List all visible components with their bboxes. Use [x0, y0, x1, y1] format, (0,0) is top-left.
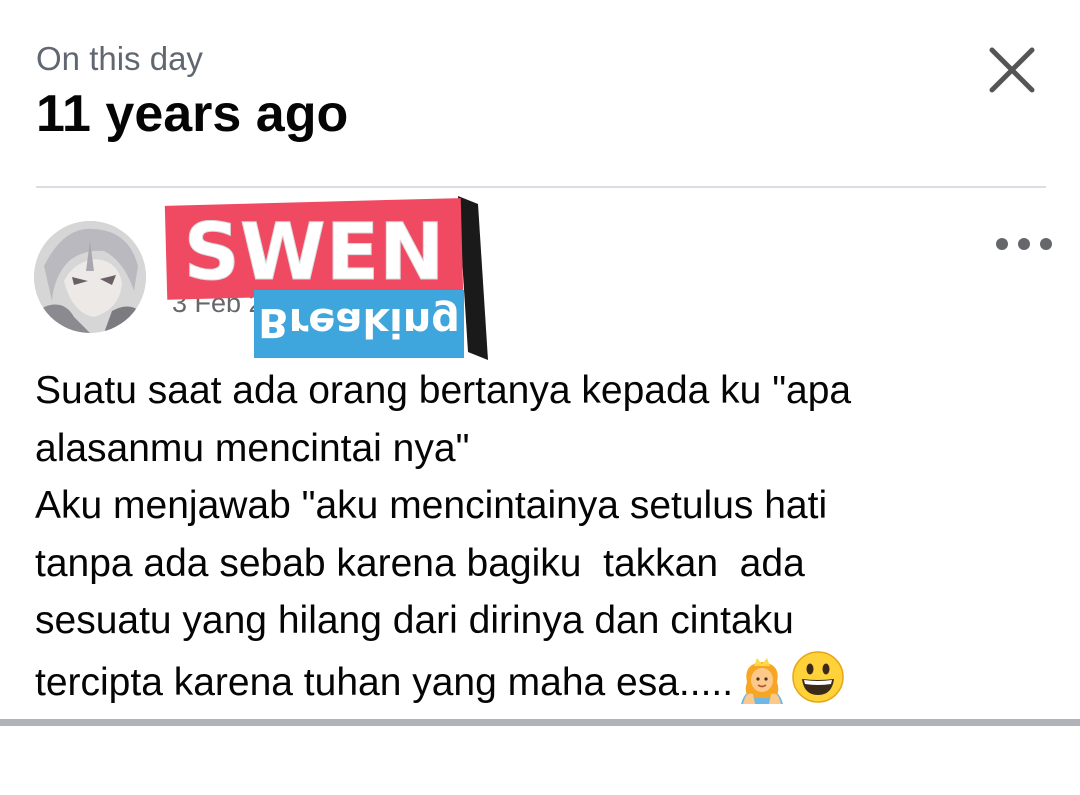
post-line: sesuatu yang hilang dari dirinya dan cin… [35, 599, 794, 642]
post-line: Suatu saat ada orang bertanya kepada ku … [35, 369, 852, 412]
post-line: tanpa ada sebab karena bagiku takkan ada [35, 541, 805, 585]
close-button[interactable] [982, 40, 1042, 100]
memory-title: 11 years ago [36, 85, 349, 143]
sticker-top-text: SWEN [184, 208, 445, 298]
memory-subtitle: On this day [36, 40, 203, 77]
bottom-divider [0, 719, 1080, 726]
grinning-face-emoji [791, 650, 845, 721]
post-text: Suatu saat ada orang bertanya kepada ku … [35, 362, 1045, 720]
more-options-button[interactable] [992, 226, 1056, 262]
header-divider [36, 186, 1046, 188]
post-line: Aku menjawab "aku mencintainya setulus h… [35, 484, 828, 527]
sticker-bottom-text: Breaking [258, 299, 460, 345]
news-sticker-overlay: SWEN Breaking [164, 196, 488, 360]
author-avatar[interactable] [34, 221, 146, 333]
post-line: alasanmu mencintai nya" [35, 426, 470, 470]
princess-emoji [737, 654, 787, 721]
more-options-icon [996, 238, 1052, 250]
close-icon [989, 47, 1035, 93]
post-line: tercipta karena tuhan yang maha esa..... [35, 660, 734, 704]
